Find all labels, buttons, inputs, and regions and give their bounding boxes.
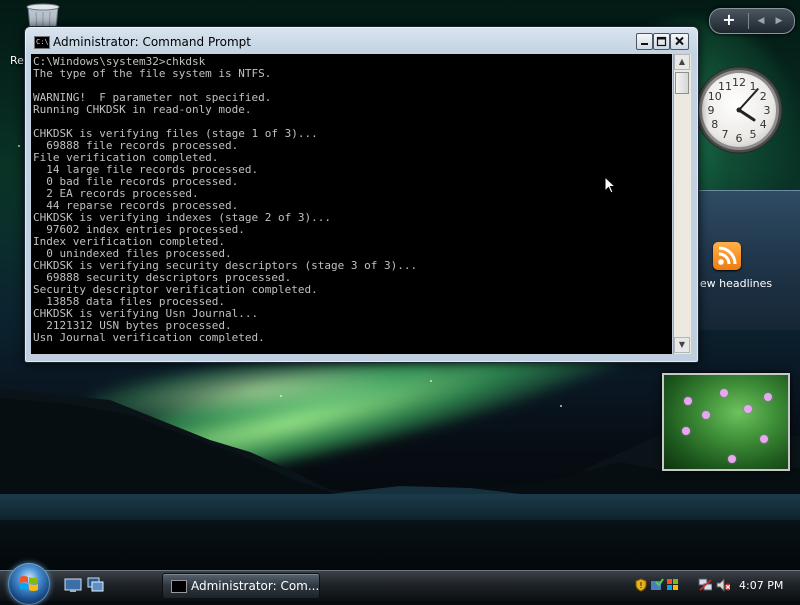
flower (682, 427, 690, 435)
flower (744, 405, 752, 413)
recycle-bin-label: Re (10, 54, 24, 67)
command-prompt-window[interactable]: C:\ Administrator: Command Prompt C:\Win… (24, 26, 699, 363)
taskbar-button-command-prompt[interactable]: Administrator: Com... (162, 573, 320, 599)
command-prompt-icon (171, 580, 187, 593)
clock-numeral: 7 (722, 128, 729, 141)
desktop: Re + ◀ ▶ 12 1 2 3 4 5 6 7 8 9 10 11 ew h… (0, 0, 800, 570)
window-title: Administrator: Command Prompt (53, 35, 251, 49)
flower (760, 435, 768, 443)
clock-numeral: 4 (760, 118, 767, 131)
feed-headlines-label: ew headlines (699, 277, 773, 290)
console-output[interactable]: C:\Windows\system32>chkdsk The type of th… (31, 54, 672, 354)
start-button[interactable] (8, 563, 50, 605)
windows-update-icon[interactable] (650, 578, 664, 592)
next-page-button[interactable]: ▶ (772, 13, 786, 29)
flower (764, 393, 772, 401)
console-line: Running CHKDSK in read-only mode. (33, 103, 252, 116)
vertical-scrollbar[interactable]: ▲ ▼ (673, 54, 691, 354)
clock-gadget[interactable]: 12 1 2 3 4 5 6 7 8 9 10 11 (695, 48, 785, 173)
switch-windows-icon[interactable] (87, 577, 105, 593)
console-line: The type of the file system is NTFS. (33, 67, 272, 80)
scroll-up-button[interactable]: ▲ (674, 54, 690, 70)
console-line: Usn Journal verification completed. (33, 331, 265, 344)
scrollbar-thumb[interactable] (675, 72, 689, 94)
clock-numeral: 6 (736, 132, 743, 145)
network-icon[interactable] (698, 578, 712, 592)
flower (728, 455, 736, 463)
divider (748, 13, 749, 29)
mouse-pointer-icon (604, 176, 617, 194)
previous-page-button[interactable]: ◀ (754, 13, 768, 29)
flower (720, 389, 728, 397)
svg-text:!: ! (639, 581, 642, 590)
clock-numeral: 2 (760, 90, 767, 103)
taskbar-clock[interactable]: 4:07 PM (739, 579, 783, 592)
clock-numeral: 8 (711, 118, 718, 131)
close-button[interactable] (670, 33, 689, 50)
sidebar-controls: + ◀ ▶ (709, 8, 795, 34)
maximize-icon (656, 36, 667, 47)
flower (702, 411, 710, 419)
notification-area: ! 4:07 PM (628, 574, 798, 598)
clock-numeral: 5 (750, 128, 757, 141)
clock-face: 12 1234567891011 (695, 66, 783, 154)
feed-headlines-gadget[interactable]: ew headlines (694, 190, 800, 330)
close-icon (675, 36, 684, 46)
windows-flag-icon[interactable] (666, 578, 680, 592)
show-desktop-icon[interactable] (64, 577, 82, 593)
window-titlebar[interactable]: C:\ Administrator: Command Prompt (25, 27, 698, 55)
minimize-button[interactable] (636, 33, 653, 50)
add-gadget-button[interactable]: + (720, 11, 738, 29)
clock-numeral: 3 (764, 104, 771, 117)
clock-numeral: 12 (732, 76, 746, 89)
security-shield-icon[interactable]: ! (634, 578, 648, 592)
maximize-button[interactable] (653, 33, 670, 50)
rss-feed-icon (713, 242, 741, 270)
console-text: C:\Windows\system32>chkdsk The type of th… (31, 54, 672, 344)
taskbar: Administrator: Com... ! 4:07 PM (0, 563, 800, 605)
slideshow-gadget[interactable] (662, 373, 790, 471)
flower (684, 397, 692, 405)
scroll-down-button[interactable]: ▼ (674, 337, 690, 353)
windows-logo-icon (20, 576, 38, 591)
clock-numeral: 9 (708, 104, 715, 117)
clock-numeral: 11 (718, 80, 732, 93)
minimize-icon (641, 43, 648, 45)
taskbar-button-label: Administrator: Com... (191, 579, 320, 593)
command-prompt-icon: C:\ (34, 36, 50, 49)
volume-muted-icon[interactable] (716, 578, 730, 592)
